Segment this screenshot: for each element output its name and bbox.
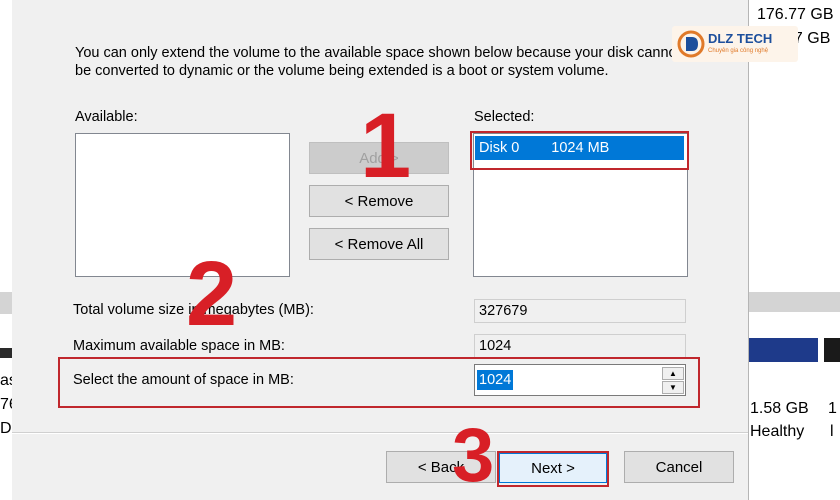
step-1-number: 1 (360, 95, 412, 197)
footer-separator-highlight (12, 433, 748, 434)
dialog-description: You can only extend the volume to the av… (75, 45, 681, 79)
background-volume-size: 1.58 GB (750, 400, 809, 417)
dlz-logo-icon (677, 30, 705, 58)
step-2-number: 2 (186, 243, 238, 345)
available-disks-list[interactable] (75, 133, 290, 277)
max-space-value: 1024 (474, 334, 686, 358)
dlz-logo-brand: DLZ TECH (708, 31, 773, 46)
background-volume-header (748, 338, 818, 362)
total-size-value: 327679 (474, 299, 686, 323)
dlz-tech-logo: DLZ TECH Chuyên gia công nghệ (672, 26, 798, 62)
highlight-selected-disk (470, 131, 689, 170)
background-size-1: 176.77 GB (757, 6, 834, 23)
cancel-button[interactable]: Cancel (624, 451, 734, 483)
background-volume-header-dark (824, 338, 840, 362)
step-3-number: 3 (452, 413, 495, 498)
remove-all-button[interactable]: < Remove All (309, 228, 449, 260)
background-volume-status: Healthy (750, 423, 805, 440)
dlz-logo-tagline: Chuyên gia công nghệ (708, 48, 769, 54)
background-right-scroll-bar (748, 292, 840, 312)
highlight-select-amount (58, 357, 700, 408)
selected-label: Selected: (474, 109, 535, 125)
background-volume-status-extra: l (830, 423, 834, 440)
background-left-volume-bar (0, 348, 12, 358)
highlight-next-button (497, 451, 609, 487)
background-left-scroll-bar (0, 292, 12, 314)
max-space-label: Maximum available space in MB: (73, 338, 285, 354)
available-label: Available: (75, 109, 138, 125)
background-volume-size-extra: 1 (828, 400, 837, 417)
